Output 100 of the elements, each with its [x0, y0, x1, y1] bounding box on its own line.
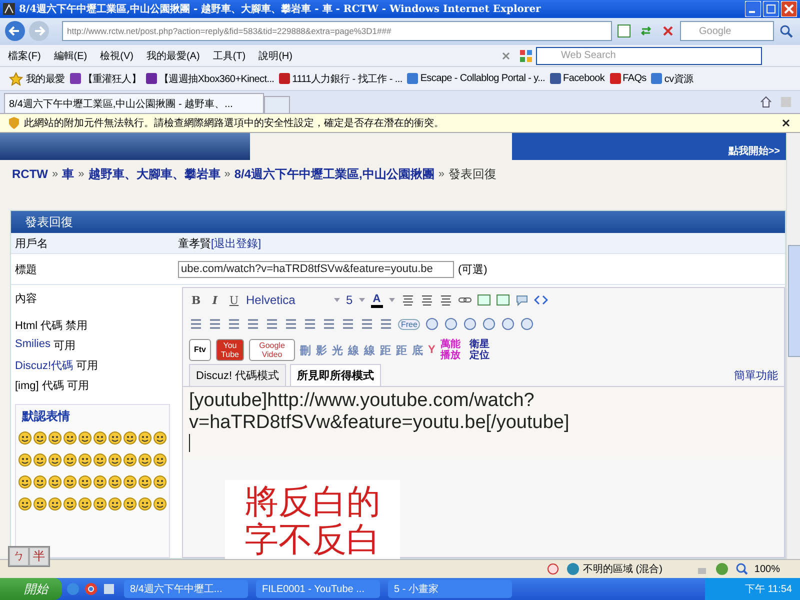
favorite-link[interactable]: cv資源: [664, 72, 694, 86]
maximize-icon[interactable]: [763, 0, 779, 17]
start-button[interactable]: 開始: [0, 578, 62, 600]
smiley-icon[interactable]: [123, 497, 137, 512]
smiley-icon[interactable]: [48, 475, 62, 490]
security-zone[interactable]: 不明的區域 (混合): [582, 562, 662, 576]
smiley-icon[interactable]: [78, 431, 92, 446]
breadcrumb-link[interactable]: 8/4週六下午中壢工業區,中山公園揪團: [234, 166, 434, 183]
image-icon[interactable]: [496, 293, 510, 308]
media-button[interactable]: Ftv: [189, 339, 211, 362]
smiley-icon[interactable]: [48, 453, 62, 468]
align-icon[interactable]: [420, 293, 434, 308]
breadcrumb-link[interactable]: RCTW: [12, 167, 48, 182]
smiley-icon[interactable]: [18, 453, 32, 468]
simple-mode-link[interactable]: 簡單功能: [734, 368, 778, 383]
code-icon[interactable]: [534, 293, 548, 308]
align-icon[interactable]: [438, 293, 453, 308]
refresh-icon[interactable]: [639, 24, 653, 38]
zoom-icon[interactable]: [735, 562, 750, 576]
mode-tab[interactable]: 所見即所得模式: [290, 364, 382, 386]
scrollbar-thumb[interactable]: [788, 244, 800, 357]
app-icon[interactable]: [102, 582, 116, 596]
favorites-button[interactable]: 我的最愛: [26, 72, 65, 86]
caret-icon[interactable]: [333, 296, 341, 304]
logout-link[interactable]: [退出登錄]: [211, 236, 262, 251]
glyph-button[interactable]: 衛星定位: [469, 339, 494, 362]
format-button[interactable]: B: [189, 294, 203, 307]
scrollbar[interactable]: [786, 132, 800, 560]
smiley-icon[interactable]: [93, 453, 107, 468]
smiley-icon[interactable]: [153, 431, 167, 446]
favorite-link[interactable]: FAQs: [622, 73, 646, 84]
smiley-icon[interactable]: [153, 497, 167, 512]
smiley-icon[interactable]: [18, 497, 32, 512]
format-button[interactable]: U: [227, 294, 241, 307]
smiley-icon[interactable]: [18, 475, 32, 490]
smiley-icon[interactable]: [108, 453, 122, 468]
media-button[interactable]: You Tube: [216, 339, 244, 362]
favorite-link[interactable]: 1111人力銀行 - 找工作 - ...: [292, 72, 402, 86]
media-button[interactable]: Google Video: [249, 339, 295, 362]
favorite-link[interactable]: Facebook: [563, 73, 605, 84]
smiley-icon[interactable]: [78, 475, 92, 490]
image-icon[interactable]: [476, 293, 491, 308]
smiley-icon[interactable]: [108, 475, 122, 490]
back-icon[interactable]: [4, 20, 26, 42]
size-dropdown[interactable]: 5: [346, 293, 353, 308]
free-button[interactable]: Free: [398, 318, 420, 330]
menu-item[interactable]: 我的最愛(A): [146, 48, 200, 63]
home-icon[interactable]: [759, 95, 773, 110]
smiley-icon[interactable]: [123, 431, 137, 446]
banner-link[interactable]: 點我開始>>: [728, 144, 780, 158]
breadcrumb-link[interactable]: 車: [62, 166, 74, 183]
caret-icon[interactable]: [358, 296, 366, 304]
stop-icon[interactable]: [661, 24, 675, 38]
taskbar-button[interactable]: FILE0001 - YouTube ...: [256, 580, 380, 598]
ime-button[interactable]: 半: [29, 547, 49, 566]
smiley-icon[interactable]: [48, 497, 62, 512]
smiley-icon[interactable]: [138, 431, 152, 446]
mode-tab[interactable]: Discuz! 代碼模式: [189, 364, 286, 386]
smiley-icon[interactable]: [93, 497, 107, 512]
banner-ad[interactable]: 點我開始>>: [512, 132, 786, 160]
favorite-link[interactable]: Escape - Collablog Portal - y...: [420, 73, 546, 84]
content-editor-field[interactable]: [youtube]http://www.youtube.com/watch?v=haTRD8tfSVw&feature=youtu.be[/youtube]: [183, 387, 784, 460]
browser-tab[interactable]: 8/4週六下午中壢工業區,中山公園揪團 - 越野車、...: [4, 93, 264, 114]
chrome-icon[interactable]: [84, 582, 98, 596]
menu-item[interactable]: 說明(H): [258, 48, 292, 63]
smiley-icon[interactable]: [78, 497, 92, 512]
zoom-level[interactable]: 100%: [754, 564, 780, 575]
format-button[interactable]: I: [208, 294, 222, 307]
smiley-icon[interactable]: [78, 453, 92, 468]
smiley-icon[interactable]: [48, 431, 62, 446]
text-color-button[interactable]: A: [370, 292, 383, 308]
smiley-icon[interactable]: [18, 431, 32, 446]
smiley-icon[interactable]: [153, 475, 167, 490]
smiley-icon[interactable]: [123, 475, 137, 490]
smiley-icon[interactable]: [63, 497, 77, 512]
smiley-icon[interactable]: [153, 453, 167, 468]
smiley-icon[interactable]: [33, 475, 47, 490]
smiley-icon[interactable]: [33, 453, 47, 468]
smiley-icon[interactable]: [63, 453, 77, 468]
speech-bubble-icon[interactable]: [514, 293, 529, 308]
smiley-icon[interactable]: [63, 475, 77, 490]
glyph-button[interactable]: Y: [428, 344, 436, 356]
taskbar-button[interactable]: 5 - 小畫家: [388, 580, 512, 598]
smiley-icon[interactable]: [138, 475, 152, 490]
smiley-icon[interactable]: [108, 431, 122, 446]
address-field[interactable]: http://www.rctw.net/post.php?action=reply&fid=583&tid=229888&extra=page%3D1###: [62, 21, 612, 42]
menu-item[interactable]: 檢視(V): [100, 48, 134, 63]
font-dropdown[interactable]: Helvetica: [246, 293, 328, 308]
menu-item[interactable]: 檔案(F): [8, 48, 41, 63]
smiley-icon[interactable]: [108, 497, 122, 512]
menu-item[interactable]: 編輯(E): [54, 48, 88, 63]
glyph-button[interactable]: 萬能播放: [440, 339, 464, 362]
option-link[interactable]: Discuz!代碼: [15, 358, 74, 378]
breadcrumb-link[interactable]: 越野車、大腳車、攀岩車: [88, 166, 220, 183]
smiley-icon[interactable]: [93, 431, 107, 446]
smiley-icon[interactable]: [63, 431, 77, 446]
smiley-icon[interactable]: [33, 497, 47, 512]
taskbar-button[interactable]: 8/4週六下午中壢工...: [124, 580, 248, 598]
caret-icon[interactable]: [388, 296, 396, 304]
smiley-icon[interactable]: [123, 453, 137, 468]
